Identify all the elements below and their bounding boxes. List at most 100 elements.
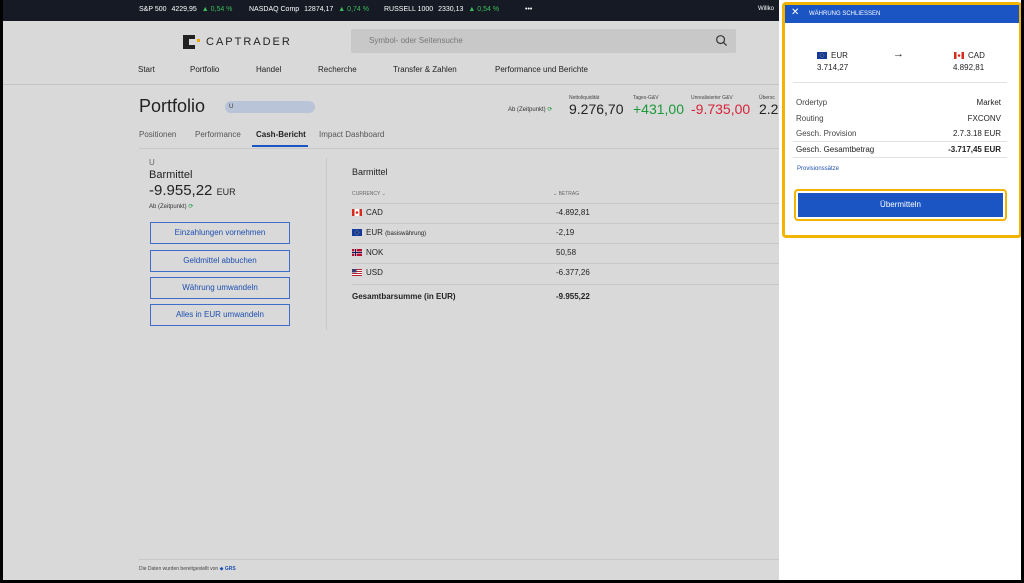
close-icon[interactable]: ✕ [791,8,799,18]
total-label: Gesamtbarsumme (in EUR) [352,292,456,301]
currency-amount: -6.377,26 [556,268,590,277]
currency-amount: 50,58 [556,248,577,257]
canada-flag-icon [352,209,362,216]
footer-text: Die Daten wurden bereitgestellt von [139,566,219,572]
tab-positionen[interactable]: Positionen [139,130,176,139]
asof-label: Ab (Zeitpunkt) ⟳ [508,106,552,113]
nav-portfolio[interactable]: Portfolio [190,65,219,74]
refresh-icon[interactable]: ⟳ [188,204,193,210]
captrader-logo[interactable]: CAPTRADER [183,34,292,50]
search-icon[interactable] [715,34,728,47]
routing-value: FXCONV [967,114,1001,123]
cash-asof: Ab (Zeitpunkt) ⟳ [149,203,193,210]
currency-amount: -4.892,81 [556,208,590,217]
arrow-right-icon: → [893,48,904,60]
cash-total: -9.955,22 EUR [149,182,236,199]
asof-text: Ab (Zeitpunkt) [508,107,546,113]
submit-button[interactable]: Übermitteln [798,193,1003,217]
to-amount: 4.892,81 [953,63,985,72]
logo-text: CAPTRADER [206,36,292,48]
table-row[interactable]: USD -6.377,26 [352,263,779,282]
stat-daily-pnl: Tages-G&V +431,00 [633,95,684,117]
table-row[interactable]: EUR (basiswährung) -2,19 [352,223,779,242]
panel-header: ✕ WÄHRUNG SCHLIESSEN [785,5,1019,23]
currency-note: (basiswährung) [385,231,427,237]
stat-value: 2.2 [759,101,779,117]
nav-recherche[interactable]: Recherche [318,65,357,74]
commission-rates-link[interactable]: Provisionssätze [797,166,839,172]
ticker-item: RUSSELL 1000 2330,13 ▲ 0,54 % [384,6,499,13]
currency-code: EUR [366,228,383,237]
total-value: -9.955,22 [556,292,590,301]
table-divider [352,284,779,285]
tab-impact-dashboard[interactable]: Impact Dashboard [319,130,384,139]
ticker-value: 12874,17 [304,6,334,13]
page-title: Portfolio [139,96,206,116]
ticker-name: NASDAQ Comp [249,6,300,13]
search-placeholder: Symbol- oder Seitensuche [369,36,463,45]
currency-amount: -2,19 [556,228,575,237]
tab-performance[interactable]: Performance [195,130,241,139]
footer-brand[interactable]: GRS [225,566,236,572]
table-row[interactable]: CAD -4.892,81 [352,203,779,222]
footer: Die Daten wurden bereitgestellt von ◆ GR… [139,559,779,572]
order-type-value: Market [976,98,1001,107]
convert-currency-button[interactable]: Währung umwandeln [150,277,290,299]
cash-value: -9.955,22 [149,182,213,199]
stat-value: +431,00 [633,101,684,117]
ticker-change: ▲ 0,54 % [468,6,500,13]
ticker-name: RUSSELL 1000 [384,6,434,13]
convert-all-eur-button[interactable]: Alles in EUR umwandeln [150,304,290,326]
divider [793,82,1007,83]
table-title: Barmittel [352,167,388,177]
column-header-currency[interactable]: CURRENCY ⌄ [352,191,386,197]
eu-flag-icon [352,229,362,236]
tab-cash-bericht[interactable]: Cash-Bericht [256,130,306,139]
column-header-amount[interactable]: ⌄ BETRAG [553,191,579,197]
nav-start[interactable]: Start [138,65,155,74]
cash-label: Barmittel [149,169,193,181]
table-row[interactable]: NOK 50,58 [352,243,779,262]
divider [793,141,1007,142]
stat-unrealized-pnl: Unrealisierter G&V -9.735,00 [691,95,750,117]
logo-accent-icon [197,39,200,42]
active-tab-indicator [252,145,308,147]
total-amount-label: Gesch. Gesamtbetrag [796,145,875,154]
logo-icon [183,35,195,49]
to-currency: CAD [968,51,985,60]
currency-code: NOK [366,248,384,257]
deposit-button[interactable]: Einzahlungen vornehmen [150,222,290,244]
ticker-item: NASDAQ Comp 12874,17 ▲ 0,74 % [249,6,369,13]
commission-label: Gesch. Provision [796,129,857,138]
refresh-icon[interactable]: ⟳ [547,107,552,113]
ticker-change: ▲ 0,74 % [338,6,369,13]
ticker-value: 2330,13 [438,6,464,13]
commission-value: 2.7.3.18 EUR [952,129,1001,138]
from-currency: EUR [831,51,848,60]
routing-label: Routing [796,114,824,123]
search-input[interactable]: Symbol- oder Seitensuche [351,29,736,53]
user-greeting[interactable]: Willko [758,6,774,12]
column-divider [326,158,327,330]
withdraw-button[interactable]: Geldmittel abbuchen [150,250,290,272]
grs-logo-icon: ◆ [219,566,224,572]
nav-transfer[interactable]: Transfer & Zahlen [393,65,457,74]
usa-flag-icon [352,269,362,276]
asof-text: Ab (Zeitpunkt) [149,204,187,210]
order-type-label: Ordertyp [796,98,828,107]
canada-flag-icon [954,52,964,59]
stat-value: 9.276,70 [569,101,624,117]
from-amount: 3.714,27 [817,63,849,72]
ticker-name: S&P 500 [139,6,167,13]
nav-handel[interactable]: Handel [256,65,281,74]
divider [139,148,779,149]
currency-code-group: EUR (basiswährung) [366,228,426,237]
ticker-change: ▲ 0,54 % [201,6,233,13]
cash-currency: EUR [216,187,236,197]
nav-performance[interactable]: Performance und Berichte [495,65,588,74]
divider [793,157,1007,158]
account-selector[interactable]: U [225,101,315,113]
ticker-value: 4229,95 [171,6,197,13]
ticker-more-button[interactable]: ••• [525,6,532,13]
close-panel-label[interactable]: WÄHRUNG SCHLIESSEN [809,11,880,17]
